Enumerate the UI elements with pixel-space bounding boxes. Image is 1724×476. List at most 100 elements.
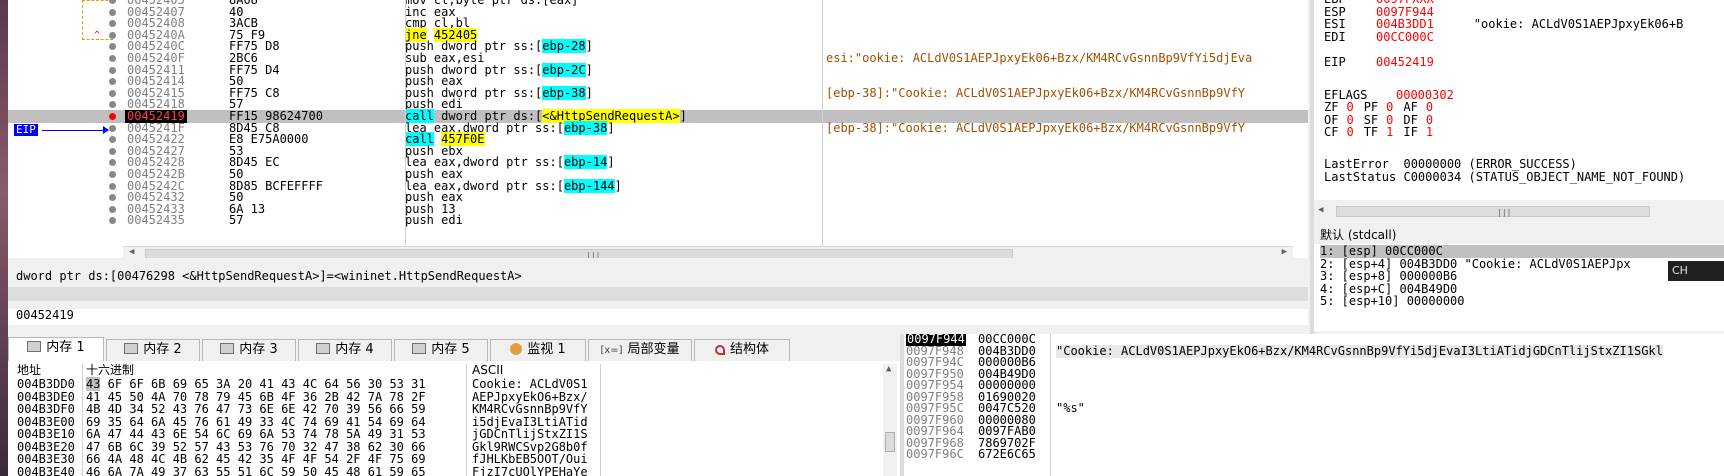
tab-8[interactable]: 结构体 [694,339,790,361]
address-column-header[interactable]: 地址 [17,364,41,377]
breakpoint-slot-icon[interactable] [109,182,116,190]
register-name: EDI [1324,29,1346,44]
register-value[interactable]: 00CC000C [1376,30,1434,44]
dump-vscrollbar[interactable]: ▲ [883,364,897,476]
desktop-edge [0,0,8,476]
calling-convention-dropdown[interactable]: 默认 (stdcall) [1314,226,1724,244]
eip-arrowhead-icon [103,126,109,134]
column-divider [82,364,83,476]
tab-4[interactable]: 内存 4 [298,339,392,361]
breakpoint-slot-icon[interactable] [109,0,116,4]
memory-dump-view[interactable]: 地址 十六进制 ASCII 004B3DD0 43 6F 6F 6B 69 65 … [0,361,900,476]
breakpoint-slot-icon[interactable] [109,101,116,109]
flag-value[interactable]: 0 [1426,100,1433,114]
flag-value[interactable]: 1 [1426,125,1433,139]
tab-2[interactable]: 内存 2 [106,339,200,361]
watch-icon [510,343,523,355]
flag-value[interactable]: 0 [1346,100,1353,114]
scroll-left-icon[interactable]: ◀ [1318,205,1323,215]
memory-icon [316,343,331,354]
ime-language-badge[interactable]: CH [1668,261,1724,281]
ascii-column-header[interactable]: ASCII [472,364,503,377]
registers-view[interactable]: EBP0097FXXXESP0097F944ESI004B3DD1"ookie:… [1314,0,1724,200]
breakpoint-slot-icon[interactable] [109,8,116,16]
tab-label: 内存 2 [143,342,182,357]
grip-icon: ||| [586,251,601,258]
tab-1[interactable]: 内存 1 [8,337,104,361]
stack-view[interactable]: 0097F944 00CC000C 0097F948 004B3DD0 "Cookie:… [904,334,1724,476]
flag-value[interactable]: 0 [1386,100,1393,114]
breakpoint-slot-icon[interactable] [109,43,116,51]
dump-hex[interactable]: 46 6A 7A 49 37 63 55 51 6C 59 50 45 48 6… [86,465,426,476]
register-name: EIP [1324,54,1346,69]
scroll-thumb[interactable]: ||| [1336,206,1650,217]
column-divider [822,0,823,246]
registers-hscrollbar[interactable]: ◀ ||| [1314,204,1724,218]
info-separator [0,287,1308,301]
last-status: LastStatus C0000034 (STATUS_OBJECT_NAME_… [1324,170,1686,184]
breakpoint-slot-icon[interactable] [109,78,116,86]
tab-label: 内存 1 [46,340,85,355]
breakpoint-slot-icon[interactable] [109,31,116,39]
column-divider [405,0,406,246]
tab-5[interactable]: 内存 5 [394,339,488,361]
tab-6[interactable]: 监视 1 [490,339,586,361]
scroll-right-icon[interactable]: ▶ [1282,247,1287,257]
breakpoint-slot-icon[interactable] [109,194,116,202]
instruction-text[interactable]: push edi [405,214,463,227]
tab-label: 局部变量 [627,342,680,357]
stack-address[interactable]: 0097F96C [906,448,964,461]
argument-row[interactable]: 5: [esp+10] 00000000 [1320,295,1465,308]
call-arguments-view[interactable]: 默认 (stdcall) 1: [esp] 00CC000C 2: [esp+4]… [1314,226,1724,331]
disassembly-view[interactable]: 00452405 8A08 mov cl,byte ptr ds:[eax] 0045… [0,0,1308,258]
tab-3[interactable]: 内存 3 [202,339,296,361]
breakpoint-slot-icon[interactable] [109,217,116,225]
variable-icon: [x=] [600,345,623,356]
current-address-line: 00452419 [0,309,1308,325]
scroll-thumb[interactable] [885,432,895,452]
stack-value[interactable]: 672E6C65 [978,448,1036,461]
eip-marker: EIP [14,123,38,136]
register-row-edi[interactable]: EDI 00CC000C [1324,29,1434,44]
column-divider [600,364,601,476]
breakpoint-slot-icon[interactable] [109,66,116,74]
breakpoint-slot-icon[interactable] [109,20,116,28]
breakpoint-slot-icon[interactable] [109,55,116,62]
breakpoint-slot-icon[interactable] [109,89,116,97]
disassembly-hscrollbar[interactable]: ◀ ||| ▶ [123,246,1293,258]
dump-ascii[interactable]: FjzI7cUQlYPEHaYe [472,465,588,476]
tab-label: 监视 1 [527,342,566,357]
register-row-eip[interactable]: EIP 00452419 [1324,54,1434,69]
instruction-info-line: dword ptr ds:[00476298 <&HttpSendRequest… [0,270,1308,285]
flag-name: AF [1403,100,1418,114]
flag-name: TF [1363,125,1379,139]
stack-row[interactable]: 0097F96C 672E6C65 [904,448,1724,461]
tab-label: 结构体 [729,342,769,357]
register-value[interactable]: 00452419 [1376,55,1434,69]
flag-value[interactable]: 1 [1386,125,1393,139]
hex-column-header[interactable]: 十六进制 [86,364,134,377]
memory-icon [220,343,235,354]
breakpoint-slot-icon[interactable] [109,124,116,132]
dump-tabs: 内存 1 内存 2 内存 3 内存 4 内存 5 监视 1 [x=] 局部变量 结构体 [0,337,900,361]
scroll-left-icon[interactable]: ◀ [129,247,134,257]
disasm-row[interactable]: 00452435 57 push edi [0,214,1308,227]
breakpoint-slot-icon[interactable] [109,136,116,144]
instruction-address[interactable]: 00452435 [127,214,185,227]
breakpoint-slot-icon[interactable] [109,147,116,155]
breakpoint-slot-icon[interactable] [109,205,116,213]
dump-header: 地址 十六进制 ASCII [0,364,900,377]
scroll-thumb[interactable]: ||| [145,249,1013,258]
tab-label: 内存 3 [239,342,278,357]
tab-7[interactable]: [x=] 局部变量 [588,339,692,361]
breakpoint-slot-icon[interactable] [109,171,116,178]
breakpoint-slot-icon[interactable] [109,159,116,167]
dump-address[interactable]: 004B3E40 [17,465,75,476]
struct-icon [714,345,725,355]
scroll-up-icon[interactable]: ▲ [886,364,891,374]
memory-icon [27,341,42,352]
flag-name: CF [1324,125,1339,139]
flag-name: IF [1403,125,1418,139]
breakpoint-icon[interactable] [109,113,116,120]
flag-value[interactable]: 0 [1346,125,1353,139]
